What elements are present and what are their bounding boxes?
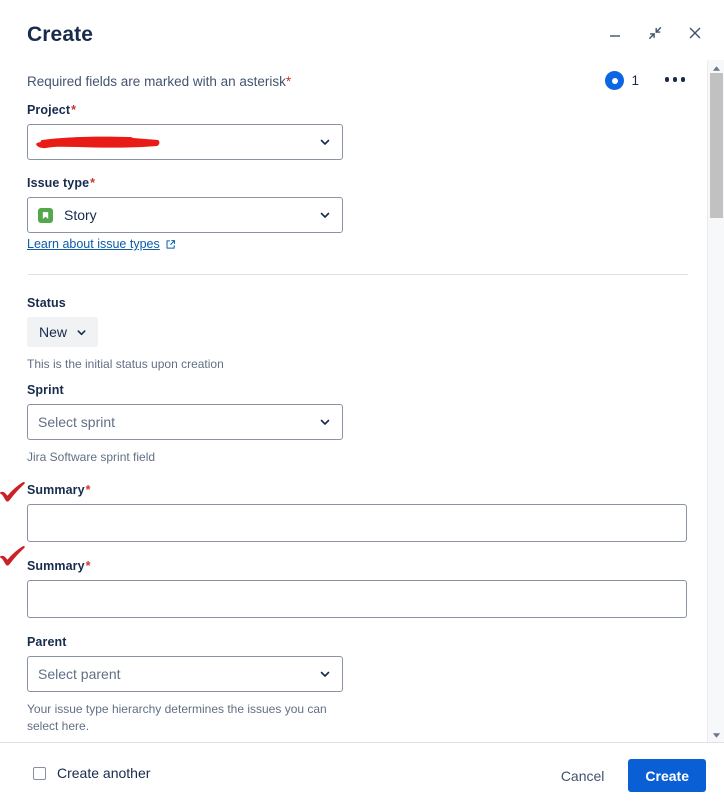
learn-about-issue-types-link[interactable]: Learn about issue types xyxy=(27,237,176,251)
create-another-checkbox[interactable]: Create another xyxy=(33,765,150,781)
dialog-titlebar: Create xyxy=(0,0,724,60)
checkbox-box xyxy=(33,767,46,780)
external-link-icon xyxy=(165,239,176,250)
page-title: Create xyxy=(27,23,93,47)
learn-about-issue-types-text: Learn about issue types xyxy=(27,237,160,251)
issue-type-value: Story xyxy=(64,207,97,223)
parent-chevron-down-icon xyxy=(318,667,332,681)
summary-label-2-text: Summary xyxy=(27,559,85,573)
project-chevron-down-icon xyxy=(318,135,332,149)
dialog-footer: Create another Cancel Create xyxy=(0,742,724,803)
parent-value: Select parent xyxy=(38,666,121,682)
create-button[interactable]: Create xyxy=(628,759,706,792)
project-label-text: Project xyxy=(27,103,70,117)
sprint-chevron-down-icon xyxy=(318,415,332,429)
eye-icon xyxy=(605,71,624,90)
collapse-icon[interactable] xyxy=(644,22,666,44)
annotation-checkmark-1 xyxy=(0,481,29,505)
status-value: New xyxy=(39,324,67,340)
status-helper-text: This is the initial status upon creation xyxy=(27,356,347,373)
project-select[interactable] xyxy=(27,124,343,160)
status-select[interactable]: New xyxy=(27,317,98,347)
close-icon[interactable] xyxy=(684,22,706,44)
summary-field-1: Summary* xyxy=(27,483,687,542)
project-required-asterisk: * xyxy=(71,103,76,117)
issue-type-field: Issue type* Story xyxy=(27,176,343,233)
summary-input-1[interactable] xyxy=(27,504,687,542)
window-controls xyxy=(604,22,706,44)
story-icon xyxy=(38,208,53,223)
summary-1-required-asterisk: * xyxy=(86,483,91,497)
sprint-helper-text: Jira Software sprint field xyxy=(27,449,347,466)
create-issue-dialog: Create Required fields are marked xyxy=(0,0,724,803)
vertical-scrollbar[interactable] xyxy=(707,60,724,742)
parent-select[interactable]: Select parent xyxy=(27,656,343,692)
parent-label: Parent xyxy=(27,635,347,649)
required-note-text: Required fields are marked with an aster… xyxy=(27,74,286,89)
summary-label-1-text: Summary xyxy=(27,483,85,497)
scrollbar-thumb[interactable] xyxy=(710,73,723,218)
summary-label-2: Summary* xyxy=(27,559,687,573)
status-field: Status New This is the initial status up… xyxy=(27,296,347,373)
sprint-select[interactable]: Select sprint xyxy=(27,404,343,440)
sprint-label: Sprint xyxy=(27,383,347,397)
summary-field-2: Summary* xyxy=(27,559,687,618)
more-actions-icon[interactable] xyxy=(663,73,688,86)
sprint-field: Sprint Select sprint Jira Software sprin… xyxy=(27,383,347,466)
project-redaction-mark xyxy=(34,132,164,151)
watch-count: 1 xyxy=(631,73,639,88)
project-label: Project* xyxy=(27,103,343,117)
cancel-button[interactable]: Cancel xyxy=(551,760,615,792)
footer-actions: Cancel Create xyxy=(551,759,706,792)
summary-input-2[interactable] xyxy=(27,580,687,618)
scroll-down-icon[interactable] xyxy=(708,727,724,743)
annotation-checkmark-2 xyxy=(0,545,29,569)
issue-type-label-text: Issue type xyxy=(27,176,89,190)
required-fields-note: Required fields are marked with an aster… xyxy=(27,74,291,89)
required-note-asterisk: * xyxy=(286,74,291,89)
parent-field: Parent Select parent Your issue type hie… xyxy=(27,635,347,736)
issue-type-label: Issue type* xyxy=(27,176,343,190)
minimize-icon[interactable] xyxy=(604,22,626,44)
status-chevron-down-icon xyxy=(75,326,88,339)
issue-type-required-asterisk: * xyxy=(90,176,95,190)
watch-button[interactable]: 1 xyxy=(605,71,639,90)
status-label: Status xyxy=(27,296,347,310)
parent-helper-text: Your issue type hierarchy determines the… xyxy=(27,701,347,736)
sprint-value: Select sprint xyxy=(38,414,115,430)
project-field: Project* xyxy=(27,103,343,160)
dialog-meta-row: Required fields are marked with an aster… xyxy=(27,71,687,97)
dialog-body: Required fields are marked with an aster… xyxy=(0,60,724,742)
issue-type-select[interactable]: Story xyxy=(27,197,343,233)
create-another-label: Create another xyxy=(57,765,150,781)
issue-type-chevron-down-icon xyxy=(318,208,332,222)
section-divider xyxy=(28,274,688,275)
summary-label-1: Summary* xyxy=(27,483,687,497)
summary-2-required-asterisk: * xyxy=(86,559,91,573)
